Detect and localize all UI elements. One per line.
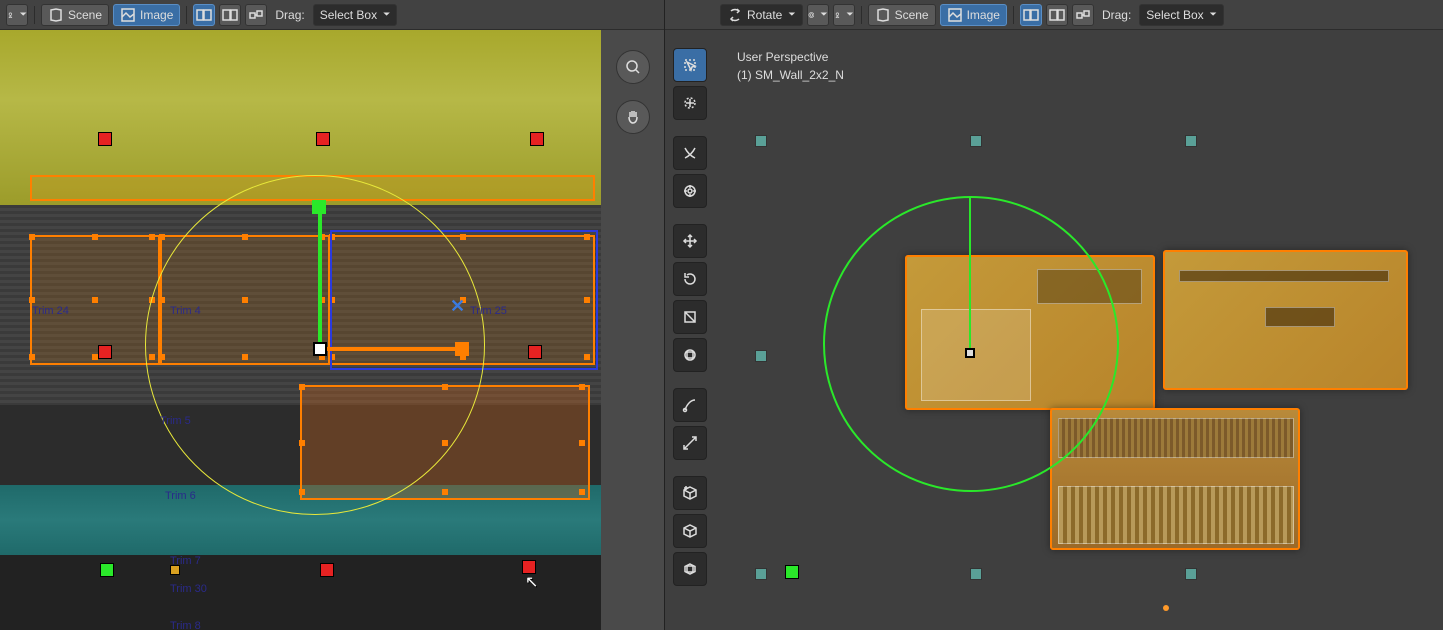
- grid-point: [1185, 568, 1197, 580]
- trim-label: Trim 30: [170, 583, 207, 595]
- overlay-left-icon[interactable]: [193, 4, 215, 26]
- tool-select[interactable]: [673, 48, 707, 82]
- trim-label: Trim 5: [160, 415, 191, 427]
- tool-scale[interactable]: [673, 300, 707, 334]
- sync-icon[interactable]: [245, 4, 267, 26]
- trim-label: Trim 25: [470, 305, 507, 317]
- tool-cursor[interactable]: [673, 86, 707, 120]
- grid-point: [755, 568, 767, 580]
- gizmo-y-axis[interactable]: [318, 205, 322, 350]
- overlay-left-icon[interactable]: [1020, 4, 1042, 26]
- rotation-gizmo-line[interactable]: [969, 196, 971, 354]
- select-mode-dropdown[interactable]: Select Box⏷: [1139, 4, 1224, 26]
- image-button[interactable]: Image: [940, 4, 1007, 26]
- trim-label: Trim 24: [32, 305, 69, 317]
- marker-red: [316, 132, 330, 146]
- drag-label: Drag:: [271, 8, 308, 22]
- marker-red: [320, 563, 334, 577]
- scene-button[interactable]: Scene: [868, 4, 936, 26]
- grid-point: [755, 350, 767, 362]
- marker-orange: [1163, 605, 1169, 611]
- viewport3d-header: Rotate⏷ ⏷ ⏷ Scene Image Drag: Select Box…: [665, 0, 1443, 30]
- image-button[interactable]: Image: [113, 4, 180, 26]
- grid-point: [1185, 135, 1197, 147]
- transform-orientation-dropdown[interactable]: Rotate⏷: [720, 4, 803, 26]
- marker-red: [528, 345, 542, 359]
- tool-extrude-region[interactable]: [673, 514, 707, 548]
- grid-point: [970, 568, 982, 580]
- sync-icon[interactable]: [1072, 4, 1094, 26]
- uv-header: ⏷ Scene Image Drag: Select Box⏷: [0, 0, 664, 30]
- tool-rotate[interactable]: [673, 262, 707, 296]
- trim-label: Trim 4: [170, 305, 201, 317]
- gizmo-center[interactable]: [313, 342, 327, 356]
- overlay-right-icon[interactable]: [219, 4, 241, 26]
- drag-label: Drag:: [1098, 8, 1135, 22]
- tool-measure[interactable]: [673, 426, 707, 460]
- perspective-info: User Perspective (1) SM_Wall_2x2_N: [737, 48, 844, 84]
- select-mode-dropdown[interactable]: Select Box⏷: [313, 4, 398, 26]
- mesh-face[interactable]: [1163, 250, 1408, 390]
- marker-red: [98, 132, 112, 146]
- grid-point: [970, 135, 982, 147]
- tool-move[interactable]: [673, 224, 707, 258]
- tool-knife[interactable]: [673, 136, 707, 170]
- cursor-2d: ✕: [450, 296, 465, 317]
- tool-shelf: [673, 48, 713, 586]
- grid-point: [755, 135, 767, 147]
- gizmo-center[interactable]: [965, 348, 975, 358]
- trim-label: Trim 6: [165, 490, 196, 502]
- gizmo-x-axis[interactable]: [318, 347, 463, 351]
- gizmo-x-handle[interactable]: [455, 342, 469, 356]
- marker-red: [522, 560, 536, 574]
- marker-red: [98, 345, 112, 359]
- zoom-icon[interactable]: [616, 50, 650, 84]
- viewport-3d[interactable]: User Perspective (1) SM_Wall_2x2_N: [665, 30, 1443, 630]
- view-dropdown[interactable]: ⏷: [833, 4, 855, 26]
- uv-viewport[interactable]: ✕ ↖ Trim 24Trim 4Trim 25Trim 5Trim 6Trim…: [0, 30, 664, 630]
- scene-button[interactable]: Scene: [41, 4, 109, 26]
- pan-icon[interactable]: [616, 100, 650, 134]
- uv-island[interactable]: [30, 235, 160, 365]
- marker-green: [785, 565, 799, 579]
- rotation-gizmo[interactable]: [823, 196, 1119, 492]
- viewport-overlay-buttons: [601, 30, 664, 630]
- trim-label: Trim 7: [170, 555, 201, 567]
- overlay-right-icon[interactable]: [1046, 4, 1068, 26]
- tool-extrude-manifold[interactable]: [673, 552, 707, 586]
- marker-red: [530, 132, 544, 146]
- tool-transform[interactable]: [673, 338, 707, 372]
- tool-annotate[interactable]: [673, 388, 707, 422]
- tool-shrink[interactable]: [673, 174, 707, 208]
- marker-green: [100, 563, 114, 577]
- gizmo-y-handle[interactable]: [312, 200, 326, 214]
- pivot-dropdown[interactable]: ⏷: [807, 4, 829, 26]
- trim-label: Trim 8: [170, 620, 201, 630]
- tool-add-primitive[interactable]: [673, 476, 707, 510]
- view-dropdown[interactable]: ⏷: [6, 4, 28, 26]
